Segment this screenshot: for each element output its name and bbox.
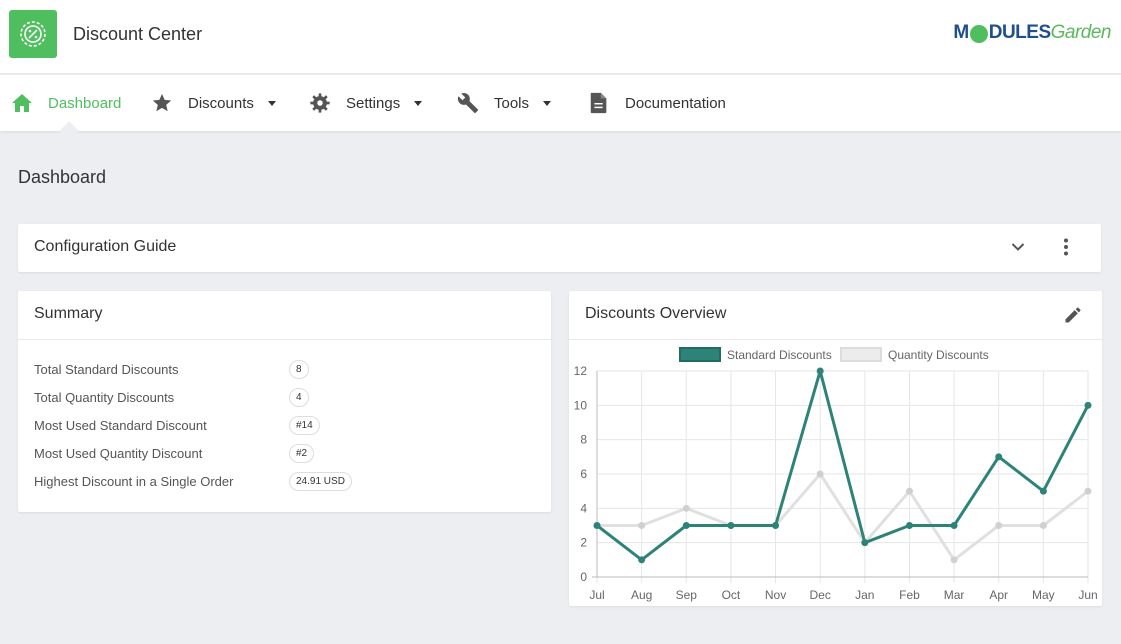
nav-label-settings: Settings bbox=[346, 94, 401, 112]
chevron-down-icon bbox=[267, 100, 276, 106]
nav-label-documentation: Documentation bbox=[625, 94, 726, 112]
chevron-down-icon bbox=[543, 100, 552, 106]
summary-panel: Summary Total Standard Discounts 8 Total… bbox=[18, 291, 551, 512]
app-title: Discount Center bbox=[73, 24, 203, 44]
more-options-icon[interactable] bbox=[1056, 236, 1076, 258]
data-point bbox=[772, 522, 780, 529]
document-icon bbox=[587, 91, 611, 115]
x-tick-label: Oct bbox=[722, 588, 741, 602]
summary-label: Total Quantity Discounts bbox=[34, 390, 175, 405]
data-point bbox=[727, 522, 735, 529]
data-point bbox=[905, 487, 913, 495]
chevron-down-icon[interactable] bbox=[1008, 236, 1028, 258]
configuration-guide-title: Configuration Guide bbox=[34, 238, 177, 255]
divider bbox=[18, 339, 551, 340]
summary-row: Total Quantity Discounts 4 bbox=[34, 388, 534, 408]
x-tick-label: Aug bbox=[631, 588, 652, 602]
summary-label: Highest Discount in a Single Order bbox=[34, 474, 234, 489]
summary-badge: 24.91 USD bbox=[289, 472, 352, 491]
summary-row: Highest Discount in a Single Order 24.91… bbox=[34, 472, 534, 492]
data-point bbox=[816, 470, 824, 478]
nav-label-dashboard: Dashboard bbox=[48, 94, 122, 112]
x-tick-label: Nov bbox=[765, 588, 786, 602]
series-line bbox=[596, 369, 1090, 562]
x-tick-label: Sep bbox=[676, 588, 698, 602]
nav-documentation[interactable]: Documentation bbox=[587, 75, 726, 131]
y-tick-label: 0 bbox=[580, 570, 587, 584]
nav-label-tools: Tools bbox=[494, 94, 530, 112]
brand-text-garden: Garden bbox=[1050, 22, 1112, 43]
summary-badge: 8 bbox=[289, 360, 309, 379]
globe-icon bbox=[969, 25, 988, 43]
configuration-guide-panel: Configuration Guide bbox=[18, 224, 1101, 272]
legend-label: Standard Discounts bbox=[727, 348, 832, 362]
x-tick-label: Feb bbox=[899, 588, 920, 602]
x-tick-label: May bbox=[1032, 588, 1055, 602]
y-tick-label: 12 bbox=[574, 364, 588, 378]
y-tick-label: 8 bbox=[580, 433, 587, 447]
x-tick-label: Apr bbox=[989, 588, 1008, 602]
legend-swatch bbox=[840, 347, 882, 362]
summary-title: Summary bbox=[34, 305, 103, 322]
nav-tools[interactable]: Tools bbox=[456, 75, 552, 131]
discounts-line-chart: 0 2 4 6 8 10 12 Jul Aug Sep Oct Nov Dec Jan Feb Mar Apr M… bbox=[574, 347, 1098, 602]
data-point bbox=[950, 556, 958, 564]
x-tick-label: Jul bbox=[589, 588, 604, 602]
y-tick-label: 4 bbox=[580, 501, 587, 515]
data-point bbox=[995, 453, 1003, 461]
brand-text-m: M bbox=[953, 22, 969, 43]
x-tick-label: Mar bbox=[944, 588, 965, 602]
data-point bbox=[682, 504, 690, 512]
summary-label: Most Used Standard Discount bbox=[34, 418, 207, 433]
summary-badge: #14 bbox=[289, 416, 320, 435]
data-point bbox=[995, 522, 1003, 529]
page-title: Dashboard bbox=[18, 167, 107, 187]
x-tick-label: Jan bbox=[855, 588, 874, 602]
data-point bbox=[1084, 487, 1092, 495]
x-tick-label: Jun bbox=[1078, 588, 1097, 602]
summary-badge: #2 bbox=[289, 444, 315, 463]
summary-label: Total Standard Discounts bbox=[34, 362, 179, 377]
series-line bbox=[597, 472, 1089, 562]
y-tick-label: 10 bbox=[574, 398, 588, 412]
home-icon bbox=[10, 91, 34, 115]
discount-logo-icon[interactable] bbox=[9, 10, 57, 58]
data-point bbox=[682, 522, 690, 529]
data-point bbox=[1039, 487, 1047, 495]
gear-icon bbox=[308, 91, 332, 115]
data-point bbox=[1039, 522, 1047, 529]
wrench-icon bbox=[456, 91, 480, 115]
data-point bbox=[816, 367, 824, 375]
nav-label-discounts: Discounts bbox=[188, 94, 254, 112]
star-icon bbox=[150, 91, 174, 115]
y-tick-label: 6 bbox=[580, 467, 587, 481]
summary-row: Most Used Standard Discount #14 bbox=[34, 416, 534, 436]
chevron-down-icon bbox=[414, 100, 423, 106]
y-tick-label: 2 bbox=[580, 536, 587, 550]
legend-label: Quantity Discounts bbox=[888, 348, 989, 362]
x-tick-label: Dec bbox=[810, 588, 831, 602]
modulesgarden-logo[interactable]: M DULES Garden bbox=[953, 22, 1112, 44]
data-point bbox=[638, 522, 646, 529]
main-nav: Dashboard Discounts Settings Tools Docum… bbox=[0, 75, 1121, 131]
summary-row: Most Used Quantity Discount #2 bbox=[34, 444, 534, 464]
nav-discounts[interactable]: Discounts bbox=[150, 75, 276, 131]
brand-text-modules: DULES bbox=[988, 22, 1051, 43]
summary-label: Most Used Quantity Discount bbox=[34, 446, 203, 461]
summary-badge: 4 bbox=[289, 388, 309, 407]
data-point bbox=[950, 522, 958, 529]
data-point bbox=[905, 522, 913, 529]
data-point bbox=[1084, 401, 1092, 409]
top-header: Discount Center M DULES Garden bbox=[0, 0, 1121, 74]
nav-settings[interactable]: Settings bbox=[308, 75, 423, 131]
legend-swatch bbox=[679, 347, 721, 362]
data-point bbox=[593, 522, 601, 529]
data-point bbox=[638, 556, 646, 564]
summary-row: Total Standard Discounts 8 bbox=[34, 360, 534, 380]
data-point bbox=[861, 539, 869, 547]
discounts-overview-panel: Discounts Overview 0 2 4 6 8 10 12 Jul Aug Sep Oct… bbox=[569, 291, 1102, 606]
